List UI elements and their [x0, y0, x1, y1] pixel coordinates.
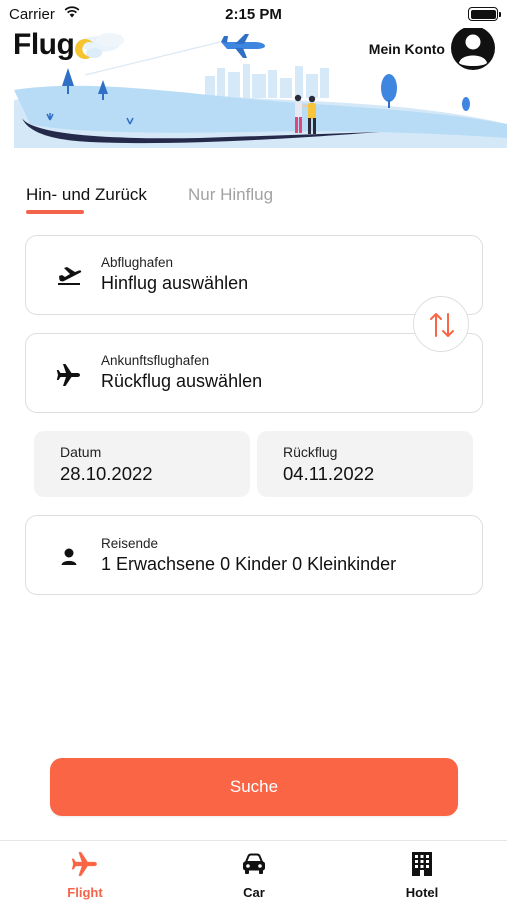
return-date-field[interactable]: Rückflug 04.11.2022 [257, 431, 473, 497]
return-date-value: 04.11.2022 [283, 463, 375, 484]
logo-text: Flug [13, 28, 75, 61]
status-bar: Carrier 2:15 PM [0, 0, 507, 28]
departure-date-value: 28.10.2022 [60, 463, 153, 484]
destination-value: Rückflug auswählen [101, 371, 263, 391]
nav-label-flight: Flight [67, 885, 103, 900]
building-icon [412, 852, 432, 876]
origin-label: Abflughafen [101, 255, 174, 270]
sun-logo-icon [75, 39, 102, 59]
nav-item-hotel[interactable]: Hotel [362, 841, 482, 900]
tab-one-way[interactable]: Nur Hinflug [188, 185, 273, 205]
nav-item-flight[interactable]: Flight [25, 841, 145, 900]
departure-date-field[interactable]: Datum 28.10.2022 [34, 431, 250, 497]
travelers-label: Reisende [101, 536, 159, 551]
destination-airport-field[interactable]: Ankunftsflughafen Rückflug auswählen [25, 333, 483, 413]
origin-airport-field[interactable]: Abflughafen Hinflug auswählen [25, 235, 483, 315]
car-icon [243, 853, 265, 874]
battery-icon [468, 7, 501, 21]
person-circle-icon[interactable] [451, 28, 495, 70]
travelers-field[interactable]: Reisende 1 Erwachsene 0 Kinder 0 Kleinki… [25, 515, 483, 595]
account-label[interactable]: Mein Konto [369, 41, 445, 57]
plane-icon [71, 852, 97, 876]
plane-takeoff-icon [58, 267, 82, 285]
plane-icon [56, 364, 80, 386]
swap-arrows-icon [430, 313, 454, 337]
tab-round-trip[interactable]: Hin- und Zurück [26, 185, 147, 205]
destination-label: Ankunftsflughafen [101, 353, 210, 368]
header-banner: Flug Mein Konto [0, 28, 507, 148]
return-date-label: Rückflug [283, 444, 338, 460]
active-tab-indicator [26, 210, 84, 214]
nav-label-hotel: Hotel [405, 885, 439, 900]
travelers-value: 1 Erwachsene 0 Kinder 0 Kleinkinder [101, 554, 397, 574]
bottom-navigation: Flight Car Hotel [0, 840, 507, 900]
status-time: 2:15 PM [225, 6, 282, 23]
person-icon [61, 548, 77, 565]
origin-value: Hinflug auswählen [101, 273, 249, 293]
nav-label-car: Car [243, 885, 265, 900]
nav-item-car[interactable]: Car [194, 841, 314, 900]
departure-date-label: Datum [60, 444, 102, 460]
swap-button[interactable] [413, 296, 469, 352]
search-button[interactable]: Suche [50, 758, 458, 816]
